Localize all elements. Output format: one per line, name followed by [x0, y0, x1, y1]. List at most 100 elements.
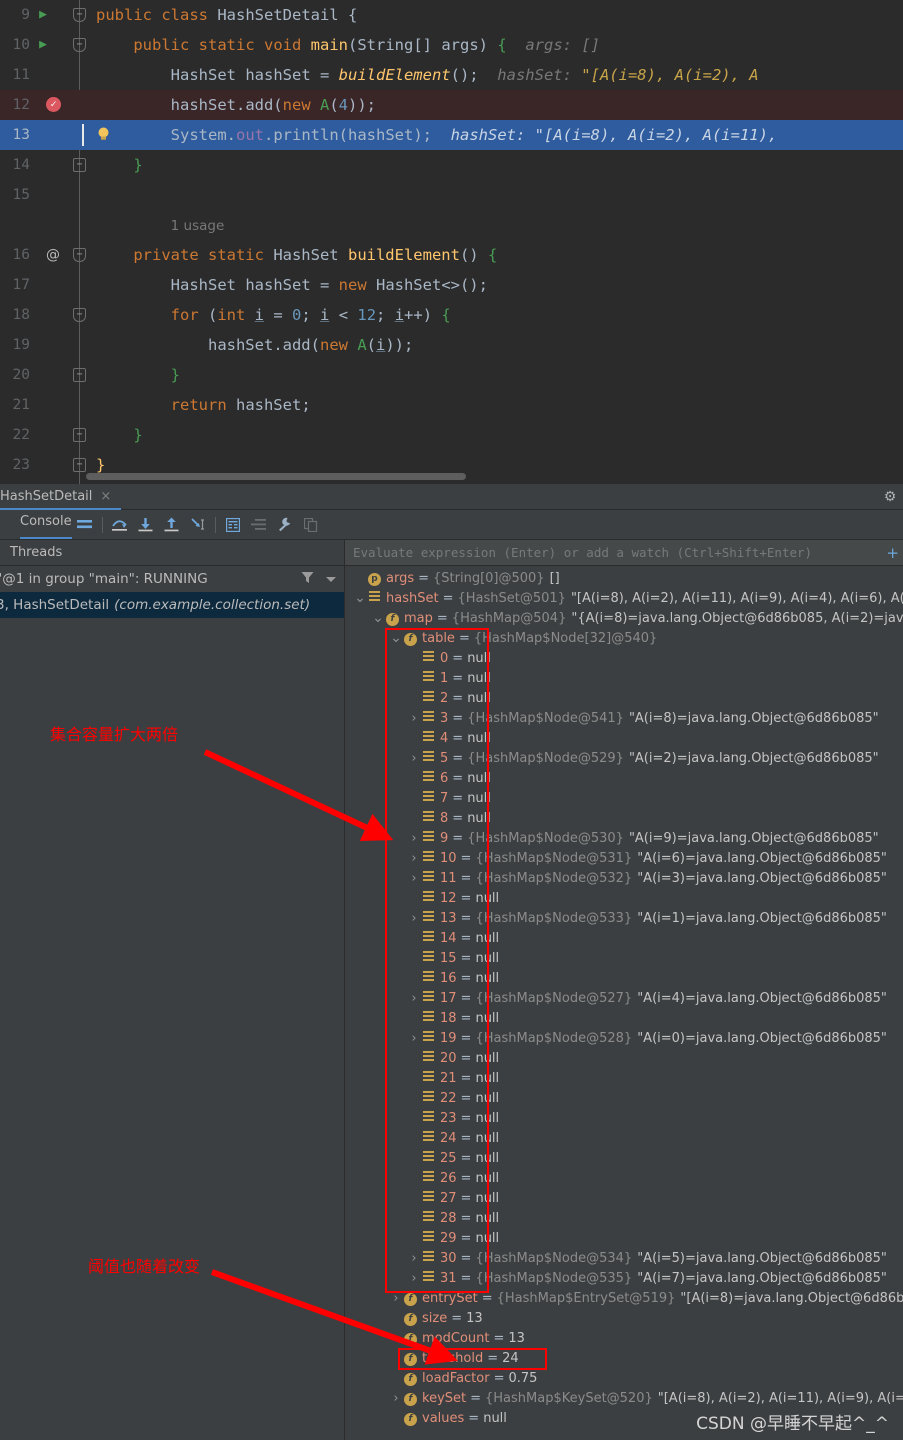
variable-row[interactable]: 6 = null [345, 768, 903, 788]
chevron-right-icon[interactable]: › [407, 751, 421, 766]
force-step-into-icon[interactable] [185, 512, 211, 538]
run-arrow-icon[interactable]: ▶ [32, 0, 54, 30]
variable-row[interactable]: › 30 = {HashMap$Node@534} "A(i=5)=java.lang.… [345, 1248, 903, 1268]
code-line[interactable]: 17 HashSet hashSet = new HashSet<>(); [0, 270, 903, 300]
chevron-right-icon[interactable]: › [407, 1031, 421, 1046]
chevron-down-icon[interactable]: ⌄ [371, 611, 385, 625]
trace-current-stream-icon[interactable] [246, 512, 272, 538]
code-line[interactable]: 21 return hashSet; [0, 390, 903, 420]
variable-row[interactable]: 21 = null [345, 1068, 903, 1088]
code-line[interactable]: 9 ▶ − public class HashSetDetail { [0, 0, 903, 30]
tab-console[interactable]: Console [20, 511, 72, 539]
chevron-down-icon[interactable]: ⌄ [389, 631, 403, 645]
chevron-right-icon[interactable]: › [407, 851, 421, 866]
variable-row[interactable]: 23 = null [345, 1108, 903, 1128]
variable-row[interactable]: 28 = null [345, 1208, 903, 1228]
variable-row[interactable]: › f keySet = {HashMap$KeySet@520} "[A(i=8), A… [345, 1388, 903, 1408]
fold-toggle-icon[interactable]: − [73, 8, 86, 22]
code-line[interactable]: 13 System.out.println(hashSet); hashSet:… [0, 120, 903, 150]
annotation-at-icon[interactable]: @ [42, 240, 64, 270]
variable-row[interactable]: › 9 = {HashMap$Node@530} "A(i=9)=java.lang.O… [345, 828, 903, 848]
tab-hashsetdetail[interactable]: HashSetDetail × [0, 484, 122, 510]
variables-tree[interactable]: p args = {String[0]@500}[] ⌄ hashSet = {HashSet… [345, 566, 903, 1428]
variable-row[interactable]: ⌄ hashSet = {HashSet@501} "[A(i=8), A(i=2), … [345, 588, 903, 608]
code-line[interactable]: 11 HashSet hashSet = buildElement(); has… [0, 60, 903, 90]
evaluate-expression-icon[interactable] [220, 512, 246, 538]
code-line[interactable]: 18 − for (int i = 0; i < 12; i++) { [0, 300, 903, 330]
variable-row[interactable]: 22 = null [345, 1088, 903, 1108]
evaluate-expression-bar[interactable]: Evaluate expression (Enter) or add a wat… [345, 540, 903, 566]
fold-toggle-icon[interactable]: − [73, 458, 86, 472]
variable-row[interactable]: 16 = null [345, 968, 903, 988]
variable-row[interactable]: 1 = null [345, 668, 903, 688]
threads-filter-group[interactable] [301, 571, 336, 587]
variable-row[interactable]: 4 = null [345, 728, 903, 748]
chevron-down-icon[interactable] [326, 572, 336, 586]
stack-frame-item[interactable]: 3, HashSetDetail (com.example.collection… [0, 592, 344, 618]
variable-row[interactable]: 20 = null [345, 1048, 903, 1068]
chevron-right-icon[interactable]: › [407, 831, 421, 846]
variable-row[interactable]: › 10 = {HashMap$Node@531} "A(i=6)=java.lang.… [345, 848, 903, 868]
breakpoint-icon[interactable]: ✓ [46, 97, 61, 112]
variable-row[interactable]: › f entrySet = {HashMap$EntrySet@519} "[A(i=8… [345, 1288, 903, 1308]
variable-row[interactable]: › 5 = {HashMap$Node@529} "A(i=2)=java.lang.O… [345, 748, 903, 768]
variable-row[interactable]: 15 = null [345, 948, 903, 968]
thread-item[interactable]: "@1 in group "main": RUNNING [0, 566, 344, 592]
variable-row[interactable]: 0 = null [345, 648, 903, 668]
gear-icon[interactable]: ⚙ [881, 488, 899, 506]
run-arrow-icon[interactable]: ▶ [32, 30, 54, 60]
code-line[interactable]: 12 ✓ hashSet.add(new A(4)); [0, 90, 903, 120]
chevron-right-icon[interactable]: › [389, 1391, 403, 1406]
variable-row[interactable]: 24 = null [345, 1128, 903, 1148]
chevron-right-icon[interactable]: › [407, 911, 421, 926]
variable-row[interactable]: ⌄ f map = {HashMap@504} "{A(i=8)=java.lang.Ob… [345, 608, 903, 628]
fold-toggle-icon[interactable]: − [73, 248, 86, 262]
variable-row[interactable]: 14 = null [345, 928, 903, 948]
code-line[interactable]: 1 usage [0, 210, 903, 240]
fold-toggle-icon[interactable]: − [73, 308, 86, 322]
code-line[interactable]: 15 [0, 180, 903, 210]
fold-toggle-icon[interactable]: − [73, 428, 86, 442]
code-lines[interactable]: 9 ▶ − public class HashSetDetail {10 ▶ − publ… [0, 0, 903, 480]
variable-row[interactable]: p args = {String[0]@500}[] [345, 568, 903, 588]
variable-row[interactable]: › 3 = {HashMap$Node@541} "A(i=8)=java.lang.O… [345, 708, 903, 728]
variable-row[interactable]: › 17 = {HashMap$Node@527} "A(i=4)=java.lang.… [345, 988, 903, 1008]
copy-stack-icon[interactable] [298, 512, 324, 538]
variable-row[interactable]: 29 = null [345, 1228, 903, 1248]
chevron-right-icon[interactable]: › [407, 711, 421, 726]
variable-row[interactable]: 25 = null [345, 1148, 903, 1168]
variable-row[interactable]: 2 = null [345, 688, 903, 708]
editor-horizontal-scrollbar[interactable] [86, 473, 466, 480]
chevron-right-icon[interactable]: › [407, 1271, 421, 1286]
fold-toggle-icon[interactable]: − [73, 158, 86, 172]
chevron-down-icon[interactable]: ⌄ [353, 591, 367, 605]
step-into-icon[interactable] [133, 512, 159, 538]
filter-icon[interactable] [301, 571, 314, 587]
chevron-right-icon[interactable]: › [407, 1251, 421, 1266]
chevron-right-icon[interactable]: › [407, 991, 421, 1006]
show-execution-point-icon[interactable] [72, 512, 98, 538]
variable-row[interactable]: f modCount = 13 [345, 1328, 903, 1348]
chevron-right-icon[interactable]: › [389, 1291, 403, 1306]
chevron-right-icon[interactable]: › [407, 871, 421, 886]
variable-row[interactable]: 18 = null [345, 1008, 903, 1028]
variable-row[interactable]: f size = 13 [345, 1308, 903, 1328]
code-line[interactable]: 10 ▶ − public static void main(String[] ar… [0, 30, 903, 60]
step-out-icon[interactable] [159, 512, 185, 538]
variable-row[interactable]: 8 = null [345, 808, 903, 828]
code-line[interactable]: 14 − } [0, 150, 903, 180]
close-icon[interactable]: × [100, 489, 111, 504]
code-line[interactable]: 16 @ − private static HashSet buildElement… [0, 240, 903, 270]
variable-row[interactable]: 27 = null [345, 1188, 903, 1208]
fold-toggle-icon[interactable]: − [73, 368, 86, 382]
variable-row[interactable]: 7 = null [345, 788, 903, 808]
variable-row[interactable]: ⌄ f table = {HashMap$Node[32]@540} [345, 628, 903, 648]
settings-wrench-icon[interactable] [272, 512, 298, 538]
fold-toggle-icon[interactable]: − [73, 38, 86, 52]
code-line[interactable]: 19 hashSet.add(new A(i)); [0, 330, 903, 360]
variable-row[interactable]: 12 = null [345, 888, 903, 908]
step-over-icon[interactable] [107, 512, 133, 538]
code-line[interactable]: 20 − } [0, 360, 903, 390]
variable-row[interactable]: f loadFactor = 0.75 [345, 1368, 903, 1388]
variable-row[interactable]: › 19 = {HashMap$Node@528} "A(i=0)=java.lang.… [345, 1028, 903, 1048]
